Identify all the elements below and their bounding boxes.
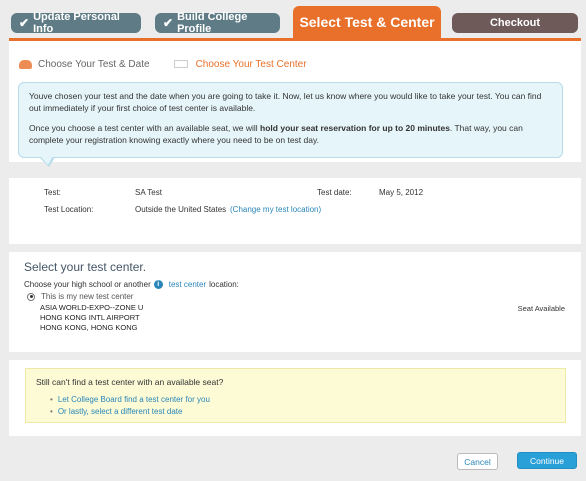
info-icon[interactable]: i <box>153 280 163 289</box>
test-date-label: Test date: <box>317 188 352 197</box>
step-update-personal-info[interactable]: ✔ Update Personal Info <box>11 11 141 35</box>
step-label: Build College Profile <box>177 11 248 35</box>
test-location-value: Outside the United States <box>135 205 227 214</box>
cancel-button[interactable]: Cancel <box>457 453 498 470</box>
cloud-icon <box>19 59 32 69</box>
test-center-option[interactable]: This is my new test center <box>27 292 133 301</box>
step-checkout: Checkout <box>452 13 578 33</box>
intro-panel: Choose Your Test & Date Choose Your Test… <box>9 38 581 167</box>
center-address-line: HONG KONG INTL AIRPORT <box>40 313 140 322</box>
help-options: Let College Board find a test center for… <box>50 394 210 418</box>
help-box: Still can't find a test center with an a… <box>25 368 566 423</box>
step-build-college-profile[interactable]: ✔ Build College Profile <box>155 11 280 35</box>
center-city: HONG KONG, HONG KONG <box>40 323 138 332</box>
center-address: ASIA WORLD-EXPO--ZONE U HONG KONG INTL A… <box>40 303 143 333</box>
select-center-panel: Select your test center. Choose your hig… <box>9 252 581 352</box>
info-paragraph-1: Youve chosen your test and the date when… <box>29 91 542 113</box>
radio-label: This is my new test center <box>41 292 134 301</box>
continue-button[interactable]: Continue <box>517 452 577 469</box>
substep-bar: Choose Your Test & Date Choose Your Test… <box>19 56 307 72</box>
step-label: Select Test & Center <box>299 14 435 30</box>
test-details-panel: Test: SA Test Test date: May 5, 2012 Tes… <box>9 178 581 244</box>
step-label: Checkout <box>489 17 541 29</box>
choose-instruction: Choose your high school or another i tes… <box>24 280 239 289</box>
help-panel: Still can't find a test center with an a… <box>9 360 581 436</box>
center-name: ASIA WORLD-EXPO--ZONE U <box>40 303 144 312</box>
change-location-link[interactable]: (Change my test location) <box>230 205 321 214</box>
substep-choose-test-date[interactable]: Choose Your Test & Date <box>38 59 150 70</box>
test-location-label: Test Location: <box>44 205 94 214</box>
check-icon: ✔ <box>163 16 174 30</box>
substep-choose-test-center: Choose Your Test Center <box>195 58 307 70</box>
info-paragraph-2: Once you choose a test center with an av… <box>29 123 523 145</box>
step-select-test-center: Select Test & Center <box>293 6 441 38</box>
check-icon: ✔ <box>19 16 30 30</box>
radio-selected-icon[interactable] <box>27 292 35 301</box>
section-title: Select your test center. <box>24 260 147 274</box>
step-label: Update Personal Info <box>33 11 120 35</box>
test-date-value: May 5, 2012 <box>379 188 424 197</box>
info-bubble: Youve chosen your test and the date when… <box>18 82 563 167</box>
different-date-link[interactable]: Or lastly, select a different test date <box>50 406 210 418</box>
help-title: Still can't find a test center with an a… <box>36 377 224 387</box>
test-value: SA Test <box>135 188 162 197</box>
test-center-link[interactable]: test center <box>169 280 206 289</box>
substep-marker-icon <box>173 60 188 68</box>
test-label: Test: <box>44 188 61 197</box>
seat-status: Seat Available <box>517 304 565 313</box>
find-center-link[interactable]: Let College Board find a test center for… <box>50 394 210 406</box>
